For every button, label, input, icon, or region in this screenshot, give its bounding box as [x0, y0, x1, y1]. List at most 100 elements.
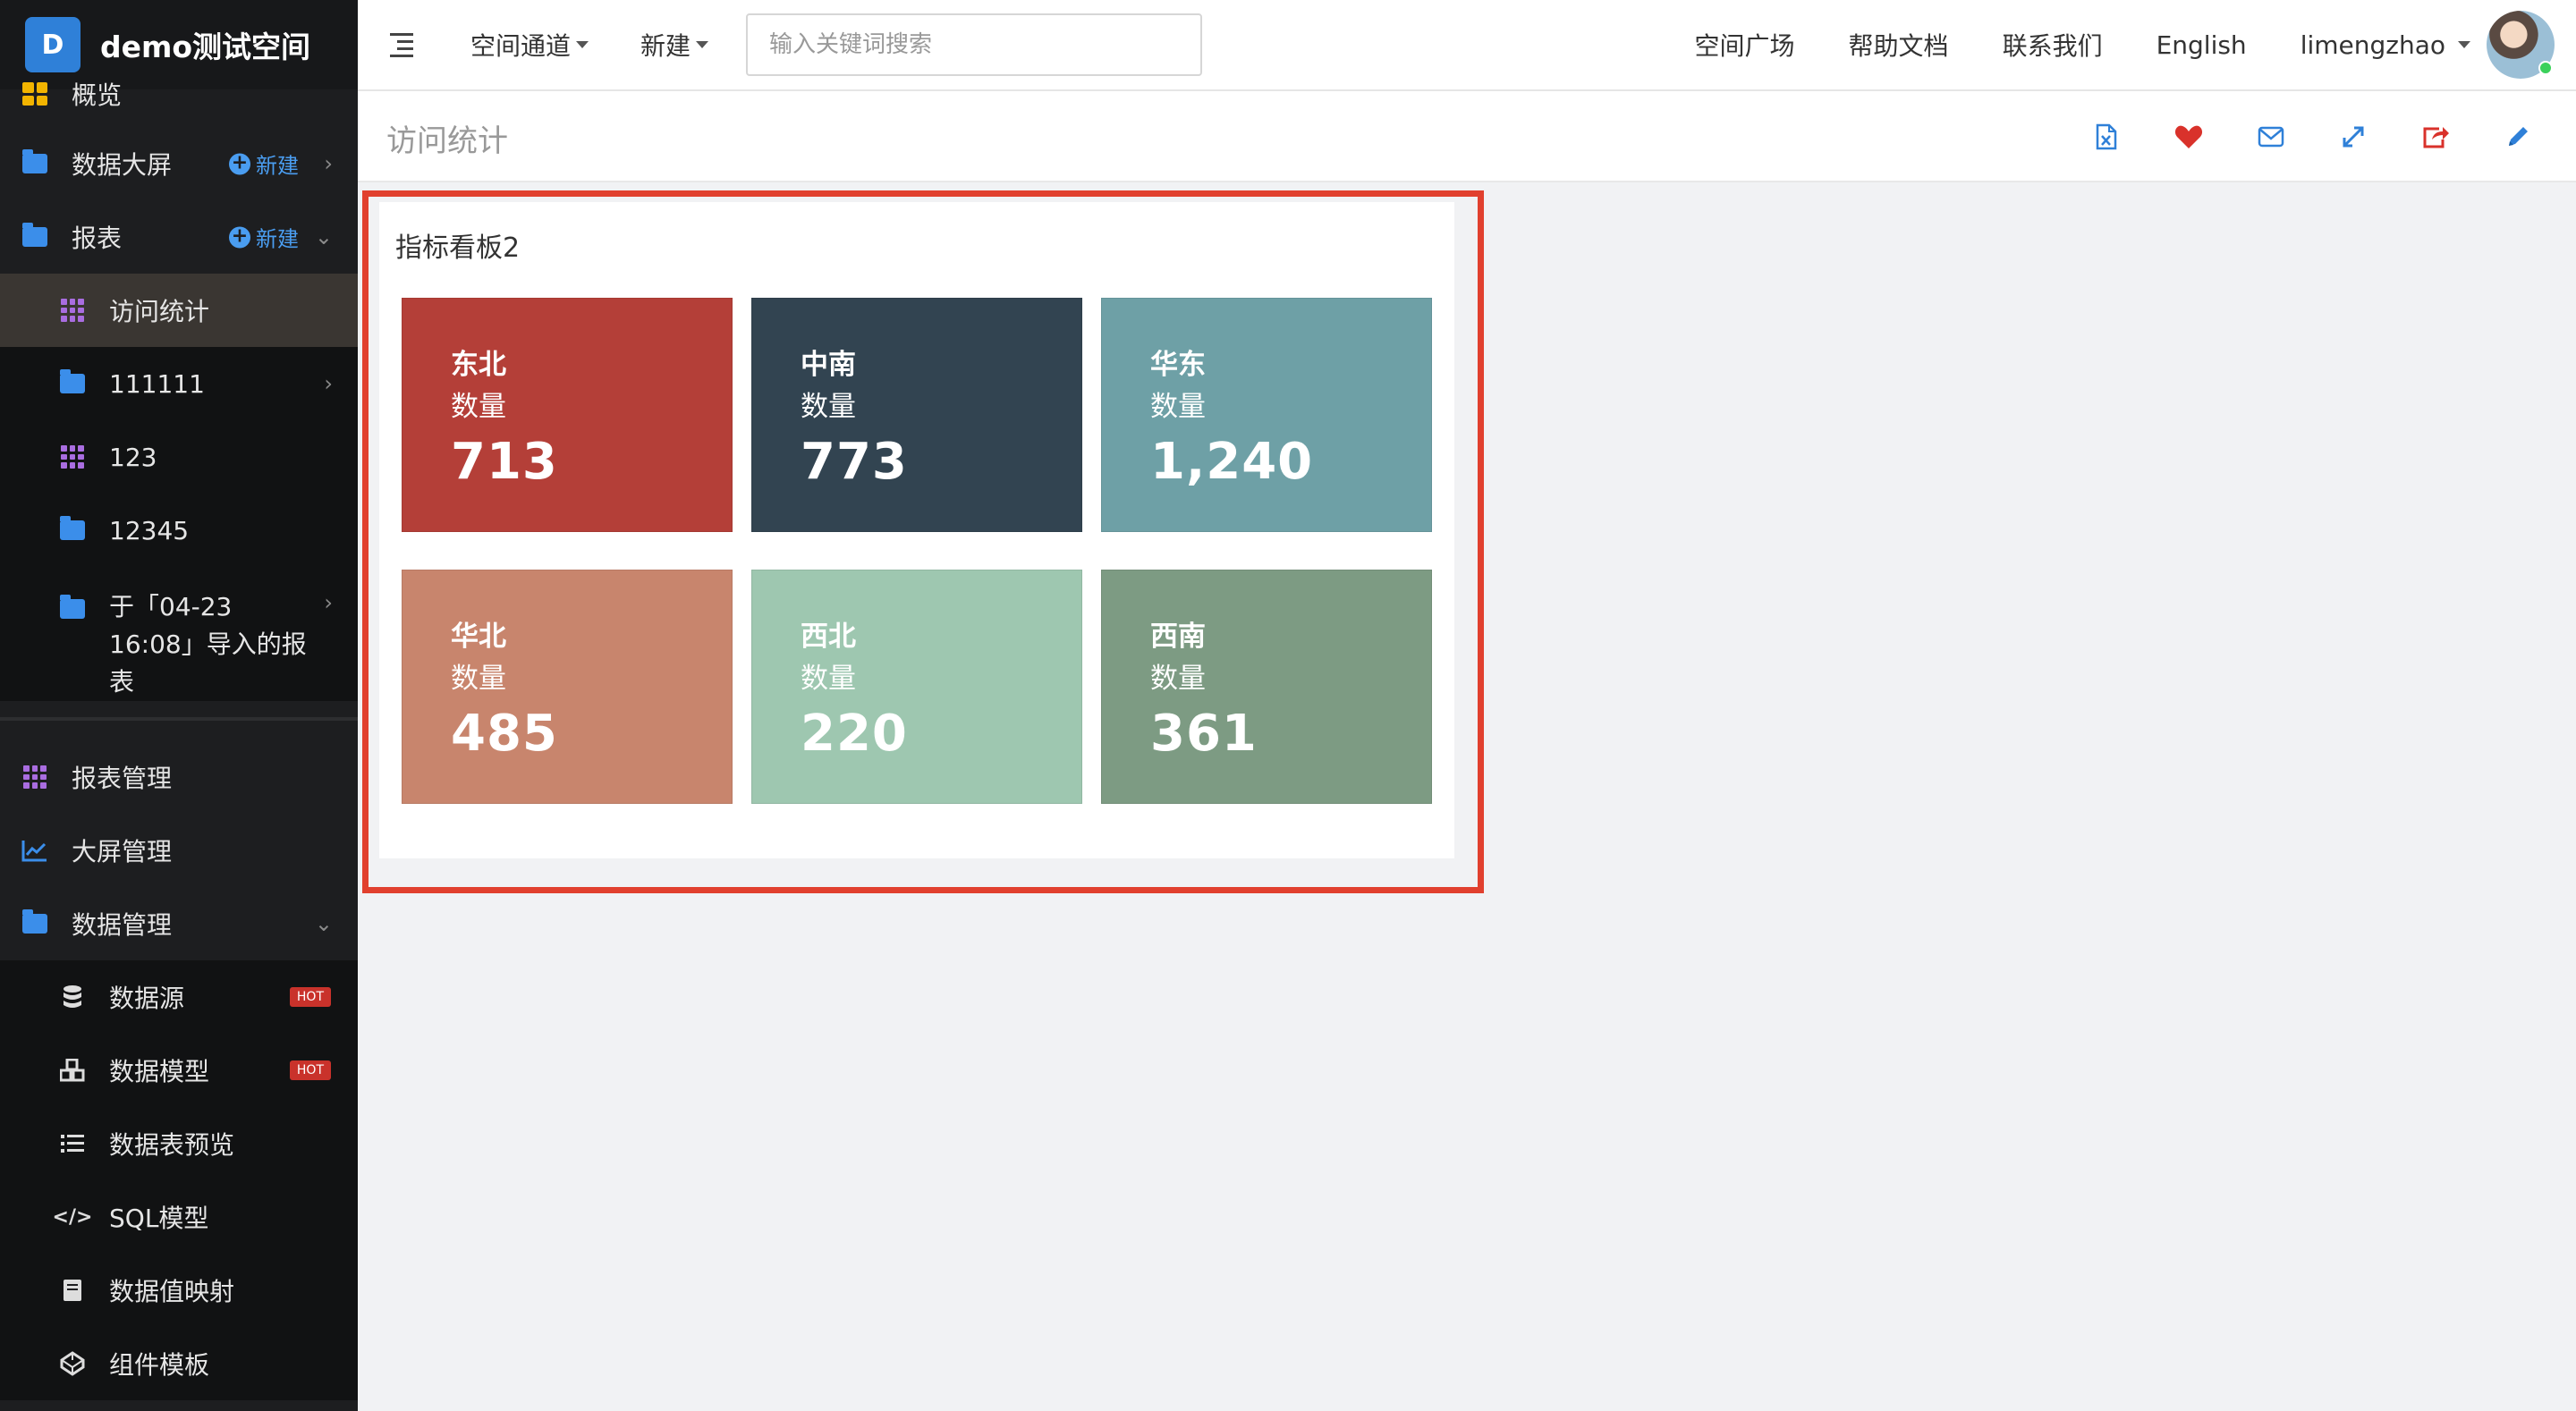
sidebar-item-label: 数据源	[109, 984, 185, 1013]
plaza-link[interactable]: 空间广场	[1695, 27, 1795, 63]
chevron-down-icon: ⌄	[314, 224, 333, 249]
page-actions	[2045, 116, 2538, 157]
sidebar-item-component-template[interactable]: 组件模板	[0, 1327, 358, 1400]
tile-metric-label: 数量	[451, 663, 506, 695]
sidebar-item-report-123[interactable]: 123	[0, 420, 358, 494]
chevron-right-icon: ›	[324, 371, 333, 396]
widget-title: 指标看板2	[395, 232, 521, 264]
kpi-board-widget[interactable]: 指标看板2 东北 数量 713 中南 数量 773 华东 数量 1,240 华北…	[379, 202, 1454, 858]
sidebar-item-label: SQL模型	[109, 1204, 209, 1233]
tile-value: 485	[451, 705, 558, 763]
data-submenu: 数据源 HOT 数据模型 HOT 数据表预览 </> SQL模型 数据值映射 组…	[0, 960, 358, 1400]
sidebar-item-big-screen[interactable]: 数据大屏 + 新建 ›	[0, 127, 358, 200]
page-header: 访问统计	[358, 91, 2576, 182]
online-status-dot	[2538, 61, 2553, 75]
tile-value: 1,240	[1150, 433, 1314, 491]
report-submenu: 访问统计 111111 › 123 12345 于「04-23 16:08」导入…	[0, 274, 358, 701]
new-label: 新建	[256, 153, 299, 179]
hot-badge: HOT	[289, 1060, 331, 1080]
kpi-tile[interactable]: 中南 数量 773	[751, 298, 1082, 532]
tile-region: 华东	[1150, 349, 1206, 381]
new-big-screen-button[interactable]: + 新建	[229, 148, 299, 180]
sidebar-item-imported-folder[interactable]: 于「04-23 16:08」导入的报表 ›	[0, 567, 358, 701]
code-icon: </>	[52, 1205, 93, 1229]
help-link[interactable]: 帮助文档	[1849, 27, 1949, 63]
sidebar-item-visit-stats[interactable]: 访问统计	[0, 274, 358, 347]
plus-icon: +	[229, 226, 250, 248]
caret-down-icon	[696, 41, 709, 48]
kpi-tile[interactable]: 华东 数量 1,240	[1101, 298, 1432, 532]
folder-icon	[21, 223, 48, 250]
sidebar-item-label: 组件模板	[109, 1350, 210, 1380]
sidebar-item-label: 111111	[109, 368, 205, 399]
tile-metric-label: 数量	[451, 391, 506, 423]
sidebar-item-table-preview[interactable]: 数据表预览	[0, 1107, 358, 1180]
sidebar-item-folder-12345[interactable]: 12345	[0, 494, 358, 567]
share-icon[interactable]	[2415, 116, 2456, 157]
caret-down-icon	[2458, 41, 2470, 48]
page-title: 访问统计	[386, 123, 508, 159]
edit-pencil-icon[interactable]	[2497, 116, 2538, 157]
space-channel-dropdown[interactable]: 空间通道	[470, 27, 589, 63]
new-report-button[interactable]: + 新建	[229, 222, 299, 253]
tile-metric-label: 数量	[801, 391, 856, 423]
email-icon[interactable]	[2250, 116, 2292, 157]
cubes-icon	[59, 1057, 86, 1084]
top-navbar: 空间通道 新建 空间广场 帮助文档 联系我们 English limengzha…	[358, 0, 2576, 91]
language-link[interactable]: English	[2157, 30, 2247, 60]
codepen-icon	[59, 1350, 86, 1377]
database-icon	[59, 984, 86, 1010]
sidebar-item-sql-model[interactable]: </> SQL模型	[0, 1180, 358, 1254]
caret-down-icon	[576, 41, 589, 48]
chevron-right-icon: ›	[324, 590, 333, 615]
line-chart-icon	[21, 837, 48, 864]
sidebar-item-label: 数据表预览	[109, 1130, 235, 1160]
brand[interactable]: D demo测试空间	[0, 0, 358, 89]
contact-link[interactable]: 联系我们	[2003, 27, 2103, 63]
favorite-heart-icon[interactable]	[2168, 116, 2209, 157]
fullscreen-icon[interactable]	[2333, 116, 2374, 157]
sidebar-item-label: 数据模型	[109, 1057, 210, 1086]
tile-value: 220	[801, 705, 908, 763]
dashboard-icon	[21, 80, 48, 107]
sidebar-item-folder-111111[interactable]: 111111 ›	[0, 347, 358, 420]
sidebar-item-report-mgmt[interactable]: 报表管理	[0, 740, 358, 814]
hot-badge: HOT	[289, 987, 331, 1007]
avatar	[2487, 11, 2555, 79]
new-label: 新建	[640, 31, 691, 61]
tile-value: 713	[451, 433, 558, 491]
sidebar-item-value-mapping[interactable]: 数据值映射	[0, 1254, 358, 1327]
kpi-tile[interactable]: 西北 数量 220	[751, 570, 1082, 804]
sidebar-item-label: 大屏管理	[72, 837, 173, 866]
sidebar-divider	[0, 717, 358, 721]
sidebar-item-data-model[interactable]: 数据模型 HOT	[0, 1034, 358, 1107]
sidebar-item-label: 数据管理	[72, 910, 173, 940]
search-input[interactable]	[746, 13, 1203, 76]
sidebar-item-screen-mgmt[interactable]: 大屏管理	[0, 814, 358, 887]
kpi-tile[interactable]: 东北 数量 713	[402, 298, 733, 532]
user-menu[interactable]: limengzhao	[2301, 11, 2555, 79]
sidebar-item-label: 123	[109, 442, 157, 472]
export-excel-icon[interactable]	[2086, 116, 2127, 157]
book-icon	[59, 1277, 86, 1304]
kpi-tile[interactable]: 华北 数量 485	[402, 570, 733, 804]
top-right-links: 空间广场 帮助文档 联系我们 English limengzhao	[1695, 0, 2576, 89]
sidebar-item-datasource[interactable]: 数据源 HOT	[0, 960, 358, 1034]
new-dropdown[interactable]: 新建	[640, 27, 709, 63]
sidebar-toggle-icon[interactable]	[390, 33, 419, 57]
username: limengzhao	[2300, 30, 2445, 60]
sidebar-item-overview[interactable]: 概览	[0, 80, 358, 110]
sidebar-item-label: 访问统计	[109, 297, 210, 326]
tile-value: 361	[1150, 705, 1258, 763]
tile-region: 西南	[1150, 621, 1206, 653]
sidebar-item-data-mgmt[interactable]: 数据管理 ⌄	[0, 887, 358, 960]
sidebar-item-label: 于「04-23 16:08」导入的报表	[109, 592, 307, 697]
plus-icon: +	[229, 153, 250, 174]
sidebar: D demo测试空间 概览 数据大屏 + 新建 › 报表 + 新建 ⌄ 访问统计 1…	[0, 0, 358, 1411]
space-channel-label: 空间通道	[470, 31, 572, 61]
sidebar-item-label: 概览	[72, 80, 123, 110]
sidebar-item-reports[interactable]: 报表 + 新建 ⌄	[0, 200, 358, 274]
kpi-tile[interactable]: 西南 数量 361	[1101, 570, 1432, 804]
sidebar-item-label: 12345	[109, 515, 190, 545]
tile-region: 西北	[801, 621, 856, 653]
